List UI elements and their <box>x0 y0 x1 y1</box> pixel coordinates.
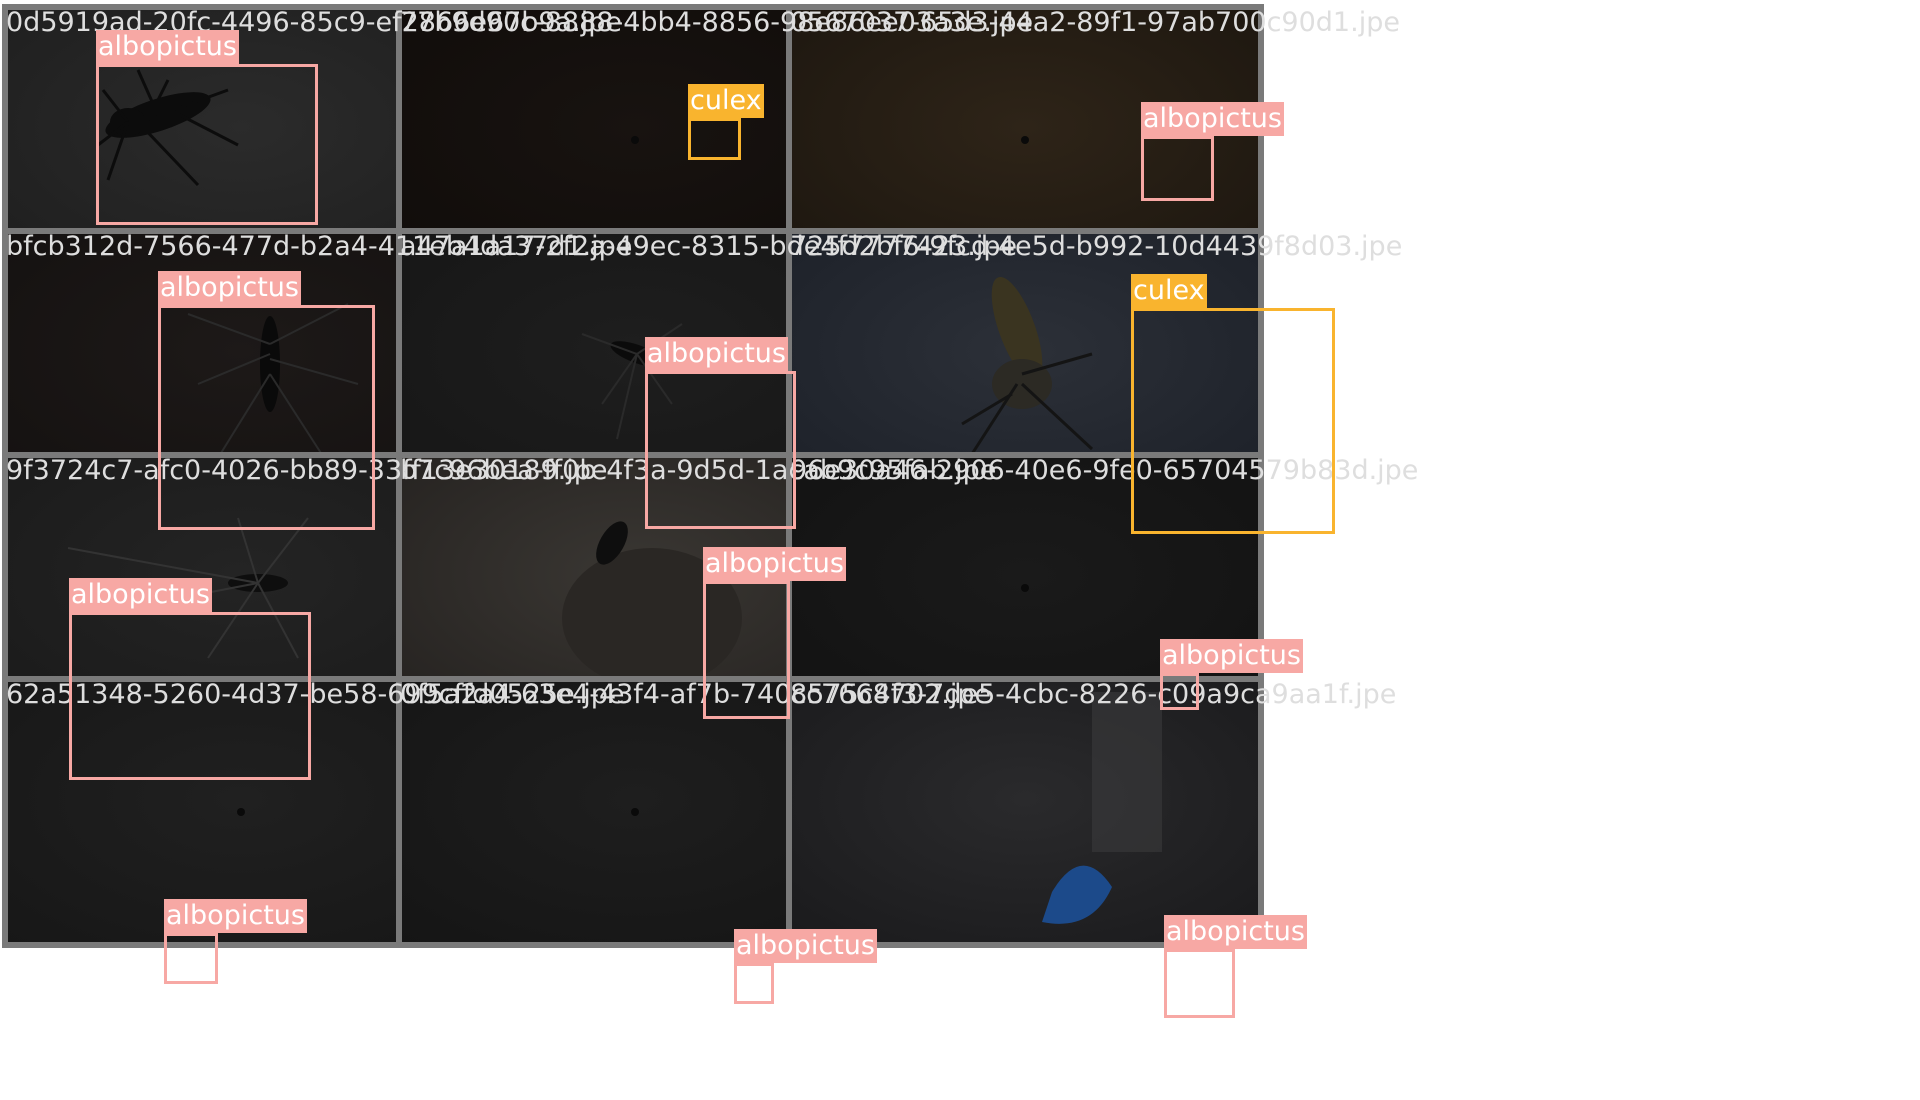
bounding-box-albopictus[interactable] <box>158 305 375 530</box>
mosquito-shape <box>237 808 245 816</box>
class-label-albopictus: albopictus <box>703 547 846 581</box>
photo-background <box>792 682 1258 942</box>
image-filename: 0567037-65d3-44a2-89f1-97ab700c90d1.jpe <box>790 7 1400 38</box>
image-tile <box>786 676 1264 948</box>
bounding-box-albopictus[interactable] <box>1160 673 1199 710</box>
class-label-culex: culex <box>1131 274 1207 308</box>
image-filename: 8575c4f3-7de5-4cbc-8226-c09a9ca9aa1f.jpe <box>790 679 1397 710</box>
class-label-albopictus: albopictus <box>1160 639 1303 673</box>
mosquito-shape <box>631 808 639 816</box>
bounding-box-albopictus[interactable] <box>69 612 311 780</box>
image-filename: 725d2bf6-9fcd-4e5d-b992-10d4439f8d03.jpe <box>790 231 1403 262</box>
photo-canvas <box>792 682 1258 942</box>
mosquito-shape <box>631 136 639 144</box>
class-label-albopictus: albopictus <box>164 899 307 933</box>
class-label-albopictus: albopictus <box>734 929 877 963</box>
bounding-box-albopictus[interactable] <box>164 933 218 984</box>
class-label-albopictus: albopictus <box>69 578 212 612</box>
bounding-box-albopictus[interactable] <box>1164 949 1235 1018</box>
image-photo[interactable] <box>792 682 1258 942</box>
detection-results-grid: 0d5919ad-20fc-4496-85c9-ef2866e67b9a.jpe… <box>0 0 1920 1100</box>
bounding-box-culex[interactable] <box>1131 308 1335 534</box>
bounding-box-culex[interactable] <box>688 118 741 160</box>
bounding-box-albopictus[interactable] <box>703 581 790 719</box>
class-label-albopictus: albopictus <box>158 271 301 305</box>
mosquito-shape <box>1021 584 1029 592</box>
bounding-box-albopictus[interactable] <box>96 64 318 225</box>
bounding-box-albopictus[interactable] <box>1141 136 1214 201</box>
class-label-albopictus: albopictus <box>96 30 239 64</box>
class-label-albopictus: albopictus <box>1164 915 1307 949</box>
bounding-box-albopictus[interactable] <box>645 371 796 529</box>
class-label-culex: culex <box>688 84 764 118</box>
bounding-box-albopictus[interactable] <box>734 963 774 1004</box>
class-label-albopictus: albopictus <box>645 337 788 371</box>
mosquito-shape <box>1021 136 1029 144</box>
class-label-albopictus: albopictus <box>1141 102 1284 136</box>
